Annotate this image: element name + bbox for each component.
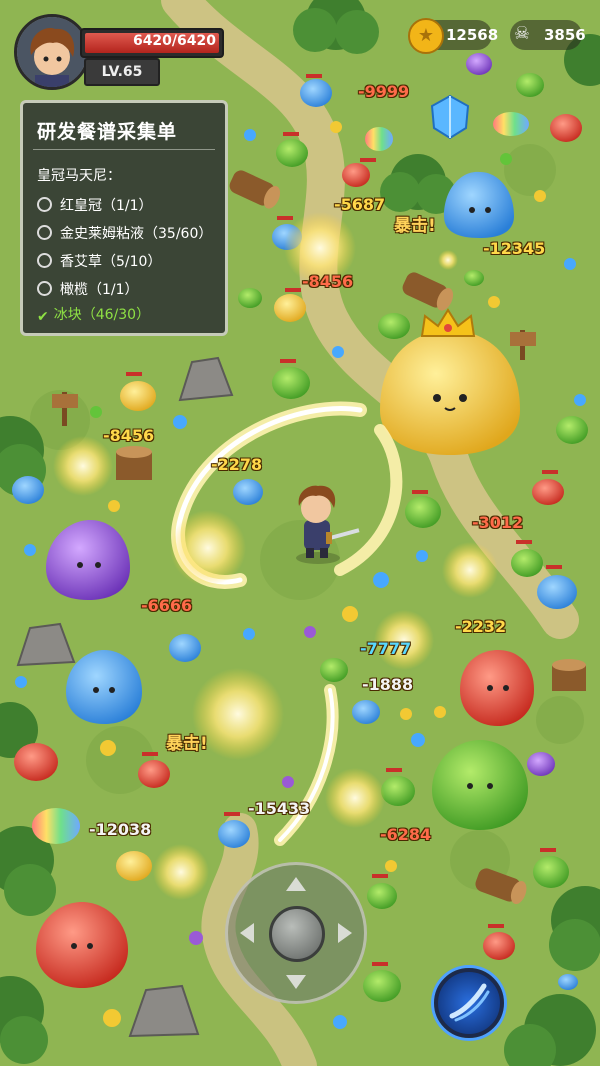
joystick-knob[interactable] <box>269 906 325 962</box>
game-screen[interactable]: 6420/6420 LV.65 ★ 12568 ☠ 3856 研发餐谱采集单 皇… <box>0 0 600 1066</box>
damage-number: -12345 <box>483 239 546 258</box>
kill-counter: ☠ 3856 <box>510 20 586 50</box>
hp-bar: 6420/6420 <box>80 28 224 58</box>
coin-count: 12568 <box>446 26 499 44</box>
unchecked-circle-icon <box>37 253 52 268</box>
damage-number: -5687 <box>334 195 386 214</box>
skull-icon: ☠ <box>513 23 531 44</box>
damage-number: -2232 <box>455 617 507 636</box>
blue-slash-skill-icon <box>449 983 490 1022</box>
panel-divider <box>33 149 215 150</box>
damage-number: -8456 <box>103 426 155 445</box>
unchecked-circle-icon <box>37 197 52 212</box>
skill-button[interactable] <box>434 968 504 1038</box>
virtual-joystick[interactable] <box>225 862 367 1004</box>
quest-item: 橄榄（1/1） <box>37 279 139 299</box>
panel-title: 研发餐谱采集单 <box>37 121 178 143</box>
damage-number: -8456 <box>302 272 354 291</box>
quest-item-label: 香艾草（5/10） <box>60 254 162 270</box>
kill-count: 3856 <box>544 26 586 44</box>
quest-item: 金史莱姆粘液（35/60） <box>37 223 212 243</box>
damage-number: -6284 <box>380 825 432 844</box>
recipe-collection-panel[interactable]: 研发餐谱采集单 皇冠马天尼： 红皇冠（1/1） 金史莱姆粘液（35/60） 香艾… <box>20 100 228 336</box>
damage-number: -12038 <box>89 820 152 839</box>
hp-text: 6420/6420 <box>132 33 216 49</box>
critical-hit-text: 暴击! <box>394 216 436 236</box>
player-status: 6420/6420 LV.65 <box>14 14 229 90</box>
gold-coin-icon: ★ <box>408 18 444 54</box>
quest-item: 香艾草（5/10） <box>37 251 161 271</box>
hero-portrait-icon <box>17 17 87 87</box>
checkmark-icon: ✔ <box>37 309 49 325</box>
critical-hit-text: 暴击! <box>166 734 208 754</box>
slime-red-big <box>460 650 534 726</box>
quest-item: 红皇冠（1/1） <box>37 195 153 215</box>
quest-item-label: 金史莱姆粘液（35/60） <box>60 226 213 242</box>
quest-item-label: 冰块（46/30） <box>53 307 151 323</box>
damage-number: -9999 <box>358 82 410 101</box>
player-avatar[interactable] <box>14 14 90 90</box>
quest-item-label: 橄榄（1/1） <box>60 282 139 298</box>
quest-item-completed: ✔ 冰块（46/30） <box>37 304 150 325</box>
damage-number: -7777 <box>360 639 412 658</box>
unchecked-circle-icon <box>37 225 52 240</box>
damage-number: -1888 <box>362 675 414 694</box>
damage-number: -6666 <box>141 596 193 615</box>
coin-counter: ★ 12568 <box>408 18 498 54</box>
quest-item-label: 红皇冠（1/1） <box>60 198 153 214</box>
damage-number: -3012 <box>472 513 524 532</box>
recipe-name: 皇冠马天尼： <box>37 168 121 184</box>
damage-number: -2278 <box>211 455 263 474</box>
damage-number: -15433 <box>248 799 311 818</box>
level-badge: LV.65 <box>84 58 160 86</box>
unchecked-circle-icon <box>37 281 52 296</box>
